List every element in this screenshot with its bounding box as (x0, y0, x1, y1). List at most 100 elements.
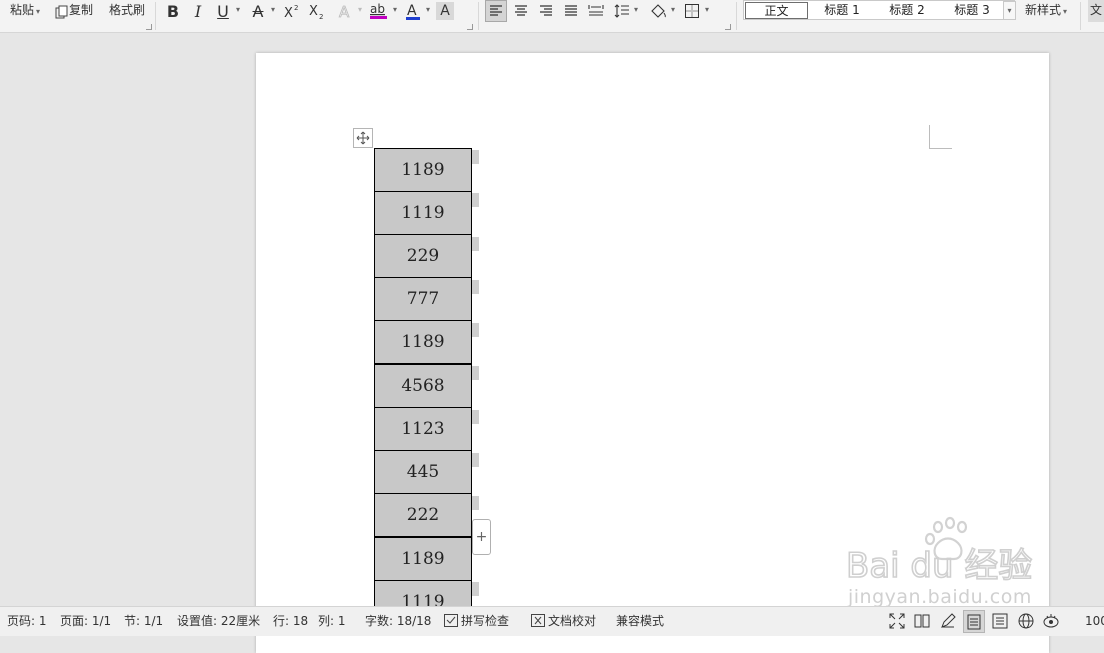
copy-button[interactable]: 复制 (55, 0, 93, 22)
justify-button[interactable] (560, 0, 582, 22)
underline-button[interactable]: U (212, 0, 234, 22)
style-heading-3[interactable]: 标题 3 (940, 2, 1004, 19)
paste-label: 粘贴 (10, 3, 35, 17)
status-pages[interactable]: 页面: 1/1 (60, 607, 111, 636)
spell-check-button[interactable]: 拼写检查 (444, 607, 509, 636)
italic-button[interactable]: I (187, 0, 209, 22)
table-cell[interactable]: 229 (374, 234, 472, 278)
doc-proofread-button[interactable]: 文档校对 (531, 607, 596, 636)
table-cell[interactable]: 1123 (374, 407, 472, 451)
row-end-marker (472, 366, 479, 380)
table-cell[interactable]: 4568 (374, 364, 472, 408)
italic-icon: I (194, 1, 202, 21)
pen-icon[interactable] (939, 612, 957, 630)
table-cell[interactable]: 1189 (374, 537, 472, 581)
line-spacing-button[interactable] (611, 0, 633, 22)
doc-proofread-label: 文档校对 (548, 614, 597, 628)
table-cell[interactable]: 1189 (374, 320, 472, 364)
superscript-button[interactable]: X2 (281, 0, 303, 22)
line-spacing-icon (614, 4, 629, 18)
font-dialog-launcher[interactable] (467, 24, 473, 30)
style-heading-2[interactable]: 标题 2 (875, 2, 939, 19)
status-page-number[interactable]: 页码: 1 (7, 607, 47, 636)
divider (736, 2, 737, 30)
chevron-down-icon[interactable]: ▾ (393, 5, 397, 14)
spell-check-label: 拼写检查 (461, 614, 510, 628)
divider (155, 2, 156, 30)
divider (1080, 2, 1081, 30)
svg-text:2: 2 (294, 4, 298, 12)
copy-icon (55, 5, 68, 19)
status-word-count[interactable]: 字数: 18/18 (365, 607, 431, 636)
chevron-down-icon[interactable]: ▾ (705, 5, 709, 14)
read-mode-icon[interactable] (913, 612, 931, 630)
fullscreen-icon[interactable] (888, 612, 906, 630)
style-gallery-scroll[interactable]: ▾ (1003, 1, 1016, 20)
subscript-icon: X2 (309, 4, 323, 20)
strikethrough-button[interactable]: A (247, 0, 269, 22)
chevron-down-icon[interactable]: ▾ (358, 5, 362, 14)
align-right-button[interactable] (535, 0, 557, 22)
add-row-button[interactable]: + (472, 519, 491, 555)
copy-label: 复制 (69, 3, 94, 17)
style-heading-1-label: 标题 1 (824, 3, 860, 17)
style-heading-1[interactable]: 标题 1 (810, 2, 874, 19)
align-left-icon (490, 5, 502, 16)
distribute-button[interactable] (585, 0, 607, 22)
highlight-button[interactable]: ab (368, 0, 390, 22)
row-end-marker (472, 323, 479, 337)
font-color-button[interactable]: A (402, 0, 424, 22)
svg-text:A: A (407, 3, 417, 19)
status-row[interactable]: 行: 18 (273, 607, 308, 636)
text-tools-label: 文 (1089, 3, 1102, 17)
table-cell[interactable]: 777 (374, 277, 472, 321)
bold-button[interactable]: B (162, 0, 184, 22)
align-left-button[interactable] (485, 0, 507, 22)
subscript-button[interactable]: X2 (306, 0, 328, 22)
table-cell[interactable]: 445 (374, 450, 472, 494)
font-color-icon: A (406, 3, 420, 20)
watermark-brand: Bai du 经验 (846, 546, 1032, 586)
outline-view-icon[interactable] (991, 612, 1009, 630)
svg-text:A: A (339, 3, 350, 19)
status-column[interactable]: 列: 1 (318, 607, 346, 636)
web-view-icon[interactable] (1017, 612, 1035, 630)
chevron-down-icon[interactable]: ▾ (671, 5, 675, 14)
chevron-down-icon[interactable]: ▾ (271, 5, 275, 14)
borders-button[interactable] (681, 0, 703, 22)
style-normal[interactable]: 正文 (745, 2, 808, 19)
zoom-level[interactable]: 100 (1085, 607, 1104, 636)
shading-button[interactable] (647, 0, 669, 22)
paragraph-dialog-launcher[interactable] (725, 24, 731, 30)
svg-text:X: X (309, 4, 318, 19)
new-style-button[interactable]: 新样式 ▾ (1025, 0, 1067, 22)
char-shading-button[interactable]: A (436, 2, 454, 20)
table-move-handle[interactable] (353, 128, 373, 148)
table-cell[interactable]: 222 (374, 493, 472, 537)
text-effect-button[interactable]: A (334, 0, 356, 22)
move-icon (356, 131, 370, 145)
eye-protection-icon[interactable] (1042, 612, 1060, 630)
paste-button[interactable]: 粘贴 ▾ (10, 0, 40, 22)
strikethrough-icon: A (252, 1, 264, 21)
align-center-button[interactable] (510, 0, 532, 22)
plus-icon: + (475, 529, 488, 545)
table-cell[interactable]: 1189 (374, 148, 472, 192)
chevron-down-icon: ▾ (1063, 7, 1068, 16)
text-tools-button[interactable]: 文 (1088, 0, 1104, 22)
chevron-down-icon[interactable]: ▾ (634, 5, 638, 14)
chevron-down-icon[interactable]: ▾ (236, 5, 240, 14)
format-painter-button[interactable]: 格式刷 (109, 0, 145, 22)
page-view-icon[interactable] (963, 610, 985, 633)
row-end-marker (472, 496, 479, 510)
proofread-icon (531, 614, 545, 627)
status-setting-value[interactable]: 设置值: 22厘米 (177, 607, 260, 636)
row-end-marker (472, 280, 479, 294)
chevron-down-icon: ▾ (36, 7, 41, 16)
chevron-down-icon[interactable]: ▾ (426, 5, 430, 14)
table-cell[interactable]: 1119 (374, 191, 472, 235)
clipboard-dialog-launcher[interactable] (146, 24, 152, 30)
status-section[interactable]: 节: 1/1 (124, 607, 163, 636)
new-style-label: 新样式 (1025, 3, 1062, 17)
chevron-down-icon: ▾ (1007, 6, 1012, 15)
